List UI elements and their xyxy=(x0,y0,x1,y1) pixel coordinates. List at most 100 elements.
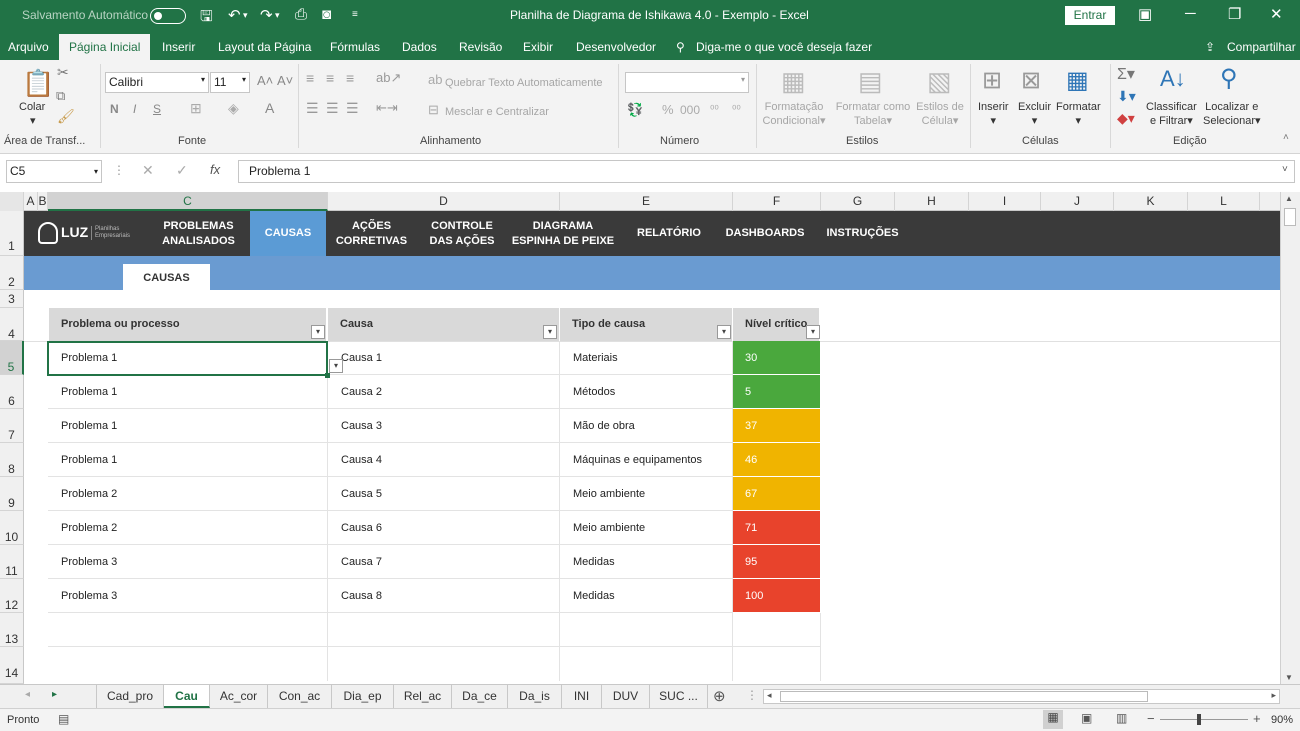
format-cells-button[interactable]: Formatar ▾ xyxy=(1056,100,1101,128)
column-header[interactable]: J xyxy=(1041,192,1114,211)
sheet-tab[interactable]: Ac_cor xyxy=(210,685,268,708)
filter-dropdown-icon[interactable]: ▾ xyxy=(311,325,325,339)
cell-level[interactable]: 100 xyxy=(733,579,820,613)
print-preview-icon[interactable]: ⎙ xyxy=(295,6,307,23)
filter-dropdown-icon[interactable]: ▾ xyxy=(717,325,731,339)
cell-cause[interactable]: Causa 8 xyxy=(328,579,560,613)
macro-record-icon[interactable]: ▤ xyxy=(58,712,69,726)
sheet-tab[interactable]: INI xyxy=(562,685,602,708)
cell-type[interactable]: Métodos xyxy=(560,375,733,409)
merge-icon[interactable]: ⊟ xyxy=(428,102,439,118)
next-sheet-icon[interactable]: ▸ xyxy=(52,689,57,700)
more-options-icon[interactable]: ⋮ xyxy=(113,163,125,177)
percent-icon[interactable]: % xyxy=(662,102,674,117)
align-left-icon[interactable]: ☰ xyxy=(306,100,319,117)
cell-type[interactable]: Meio ambiente xyxy=(560,477,733,511)
cell-styles-button[interactable]: Estilos de Célula▾ xyxy=(914,100,966,128)
column-header[interactable]: H xyxy=(895,192,969,211)
shrink-font-icon[interactable]: A˅ xyxy=(277,73,293,88)
restore-icon[interactable]: ❐ xyxy=(1228,5,1241,23)
undo-icon[interactable]: ↶ xyxy=(228,6,241,24)
row-header[interactable]: 1 xyxy=(0,211,24,256)
orientation-icon[interactable]: ab↗ xyxy=(376,70,401,86)
vertical-scrollbar[interactable]: ▲ ▼ xyxy=(1280,192,1300,684)
cell-problem[interactable]: Problema 2 xyxy=(48,511,328,545)
cell-problem[interactable]: Problema 3 xyxy=(48,545,328,579)
table-cell[interactable] xyxy=(48,647,328,681)
delete-cells-icon[interactable]: ⊠ xyxy=(1021,66,1041,95)
cell-type[interactable]: Medidas xyxy=(560,579,733,613)
enter-icon[interactable]: ✓ xyxy=(176,162,188,179)
nav-acoes-corretivas[interactable]: AÇÕES CORRETIVAS xyxy=(326,211,417,256)
currency-icon[interactable]: 💱 xyxy=(627,102,643,118)
row-header[interactable]: 7 xyxy=(0,409,24,443)
cell-cause[interactable]: Causa 5 xyxy=(328,477,560,511)
cell-problem[interactable]: Problema 1 xyxy=(48,375,328,409)
align-bottom-icon[interactable]: ≡ xyxy=(346,70,354,86)
expand-formula-icon[interactable]: ˅ xyxy=(1282,164,1288,175)
tab-pagina-inicial[interactable]: Página Inicial xyxy=(59,34,151,63)
nav-relatorio[interactable]: RELATÓRIO xyxy=(619,211,719,256)
sheet-tab[interactable]: Da_is xyxy=(508,685,562,708)
column-header[interactable]: E xyxy=(560,192,733,211)
table-cell[interactable] xyxy=(328,647,560,681)
ribbon-display-icon[interactable]: ▣ xyxy=(1138,5,1152,23)
sheet-tab[interactable]: Dia_ep xyxy=(332,685,394,708)
cell-type[interactable]: Medidas xyxy=(560,545,733,579)
row-header[interactable]: 4 xyxy=(0,308,24,341)
delete-cells-button[interactable]: Excluir ▾ xyxy=(1018,100,1051,128)
conditional-format-icon[interactable]: ▦ xyxy=(781,66,806,97)
sheet-tab[interactable]: Rel_ac xyxy=(394,685,452,708)
tab-dados[interactable]: Dados xyxy=(402,40,437,54)
sheet-tab[interactable]: Da_ce xyxy=(452,685,508,708)
borders-icon[interactable]: ⊞ xyxy=(190,100,202,117)
page-layout-icon[interactable]: ▣ xyxy=(1081,711,1092,725)
cancel-icon[interactable]: ✕ xyxy=(142,162,154,179)
cell-level[interactable]: 30 xyxy=(733,341,820,375)
filter-dropdown-icon[interactable]: ▾ xyxy=(806,325,820,339)
align-middle-icon[interactable]: ≡ xyxy=(326,70,334,86)
format-painter-icon[interactable]: 🖌 xyxy=(57,108,75,125)
cut-icon[interactable]: ✂ xyxy=(57,64,69,81)
close-icon[interactable]: ✕ xyxy=(1270,5,1283,23)
merge-center-button[interactable]: Mesclar e Centralizar xyxy=(445,105,549,119)
table-cell[interactable] xyxy=(328,613,560,647)
paste-button[interactable]: Colar xyxy=(19,100,45,114)
thousands-icon[interactable]: 000 xyxy=(680,103,700,117)
table-cell[interactable] xyxy=(733,613,821,647)
select-all-corner[interactable] xyxy=(0,192,24,211)
cell-problem[interactable]: Problema 2 xyxy=(48,477,328,511)
align-center-icon[interactable]: ☰ xyxy=(326,100,339,117)
cell-level[interactable]: 67 xyxy=(733,477,820,511)
redo-icon[interactable]: ↷ xyxy=(260,6,273,24)
cell-problem[interactable]: Problema 1 xyxy=(48,443,328,477)
cell-cause[interactable]: Causa 7 xyxy=(328,545,560,579)
tab-layout[interactable]: Layout da Página xyxy=(218,40,311,54)
number-format-select[interactable]: ▾ xyxy=(625,72,749,93)
fill-icon[interactable]: ⬇▾ xyxy=(1117,88,1136,105)
row-header[interactable]: 14 xyxy=(0,647,24,684)
column-header[interactable]: K xyxy=(1114,192,1188,211)
fill-handle[interactable] xyxy=(325,373,330,378)
indent-icon[interactable]: ⇤⇥ xyxy=(376,100,398,116)
formula-input[interactable]: Problema 1 xyxy=(238,160,1295,183)
row-header[interactable]: 13 xyxy=(0,613,24,647)
cell-cause[interactable]: Causa 6 xyxy=(328,511,560,545)
save-icon[interactable]: 🖫 xyxy=(200,6,213,31)
autosum-icon[interactable]: Σ▾ xyxy=(1117,64,1135,84)
table-cell[interactable] xyxy=(560,647,733,681)
tab-formulas[interactable]: Fórmulas xyxy=(330,40,380,54)
format-cells-icon[interactable]: ▦ xyxy=(1066,66,1089,95)
wrap-text-icon[interactable]: ab xyxy=(428,72,442,87)
zoom-slider[interactable] xyxy=(1160,719,1248,720)
column-header[interactable]: G xyxy=(821,192,895,211)
cell-cause[interactable]: Causa 4 xyxy=(328,443,560,477)
column-header[interactable]: C xyxy=(48,192,328,211)
fill-color-icon[interactable]: ◈ xyxy=(228,100,239,117)
tab-arquivo[interactable]: Arquivo xyxy=(8,40,49,54)
sheet-tab[interactable]: SUC ... xyxy=(650,685,708,708)
nav-instrucoes[interactable]: INSTRUÇÕES xyxy=(811,211,914,256)
row-header[interactable]: 6 xyxy=(0,375,24,409)
cell-level[interactable]: 95 xyxy=(733,545,820,579)
cell-type[interactable]: Mão de obra xyxy=(560,409,733,443)
